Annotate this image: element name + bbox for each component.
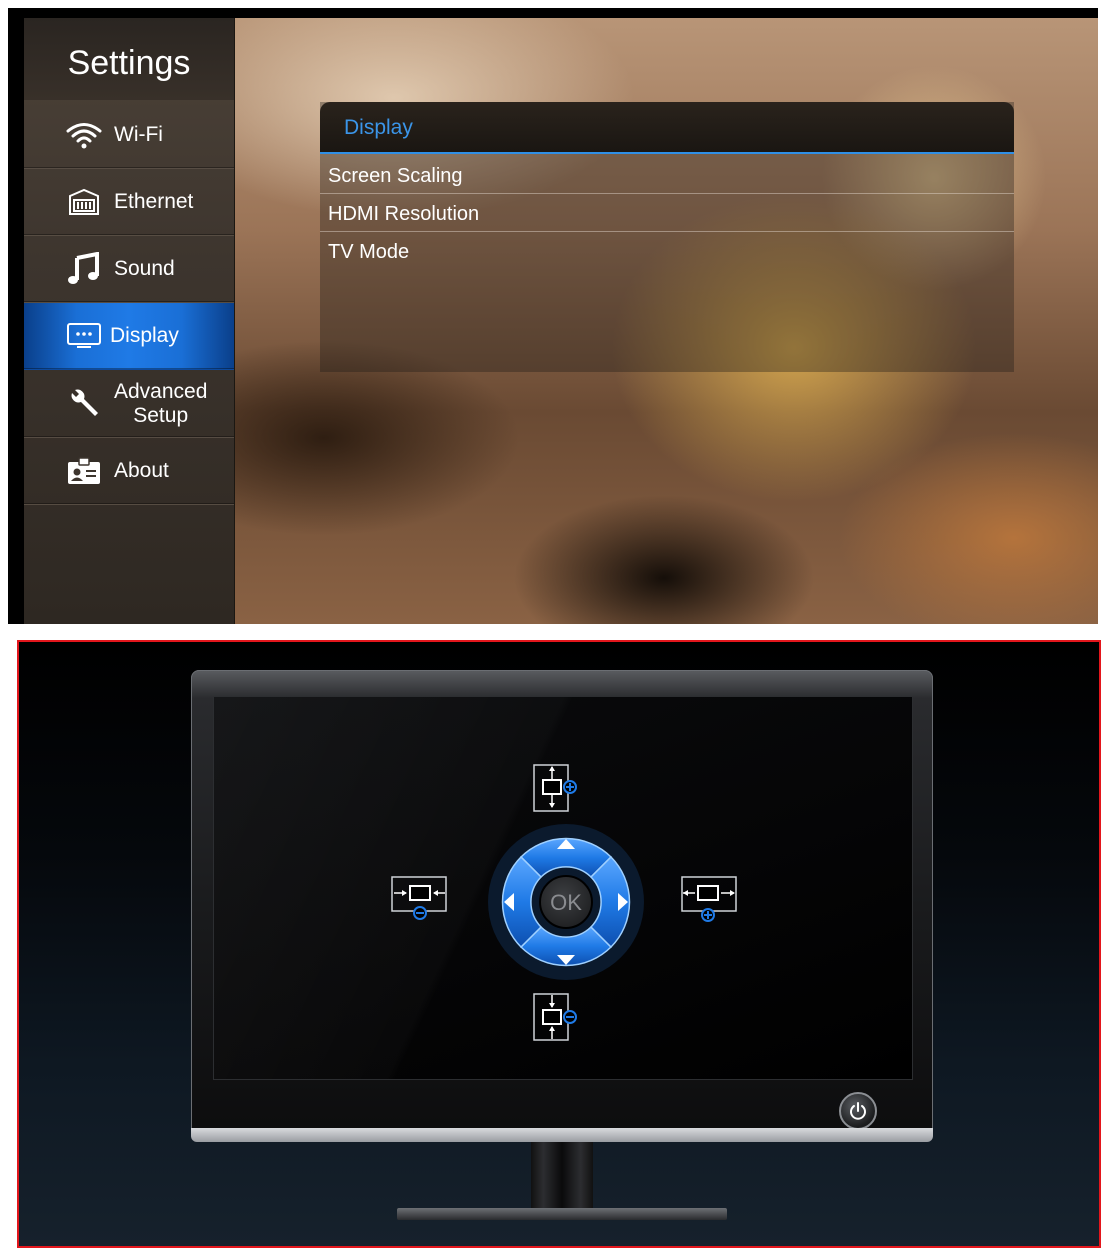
sidebar-item-label: About xyxy=(114,459,169,482)
sidebar-item-about[interactable]: About xyxy=(24,438,234,505)
settings-sidebar: Settings Wi-Fi Ethernet Sound Display Ad… xyxy=(24,18,235,624)
sidebar-item-label-line1: Advanced xyxy=(114,379,208,403)
sidebar-title: Settings xyxy=(24,18,234,100)
monitor-bezel-chrome xyxy=(191,1128,933,1142)
id-card-icon xyxy=(64,454,104,488)
horizontal-expand-icon xyxy=(681,876,737,922)
sidebar-item-label: Wi-Fi xyxy=(114,123,163,146)
display-panel: Display Screen Scaling HDMI Resolution T… xyxy=(320,102,1014,372)
display-icon xyxy=(64,319,104,353)
sidebar-item-advanced-setup[interactable]: Advanced Setup xyxy=(24,370,234,438)
sidebar-item-label: Display xyxy=(110,324,179,347)
sidebar-item-label-line2: Setup xyxy=(133,403,189,427)
sidebar-item-display[interactable]: Display xyxy=(24,303,234,370)
monitor-stand-neck xyxy=(531,1142,593,1214)
dpad: OK xyxy=(488,824,644,980)
monitor-screen: OK xyxy=(213,696,913,1080)
vertical-shrink-icon xyxy=(533,993,577,1041)
sidebar-item-label: Ethernet xyxy=(114,190,194,213)
ok-label: OK xyxy=(550,890,582,915)
wifi-icon xyxy=(64,118,104,152)
menu-item-hdmi-resolution[interactable]: HDMI Resolution xyxy=(320,196,1014,232)
menu-item-tv-mode[interactable]: TV Mode xyxy=(320,234,1014,270)
sidebar-item-label: Advanced Setup xyxy=(114,380,207,428)
sidebar-item-wifi[interactable]: Wi-Fi xyxy=(24,102,234,169)
wrench-icon xyxy=(64,387,104,421)
scaling-controls: OK xyxy=(391,764,737,1041)
sidebar-item-sound[interactable]: Sound xyxy=(24,236,234,303)
sidebar-item-ethernet[interactable]: Ethernet xyxy=(24,169,234,236)
display-panel-title: Display xyxy=(344,116,413,139)
music-note-icon xyxy=(64,252,104,286)
horizontal-shrink-icon xyxy=(391,876,447,920)
sidebar-item-label: Sound xyxy=(114,257,175,280)
settings-screen: Settings Wi-Fi Ethernet Sound Display Ad… xyxy=(8,8,1098,624)
display-panel-header: Display xyxy=(320,102,1014,154)
monitor-stand-base xyxy=(397,1208,727,1220)
monitor-illustration: OK xyxy=(191,670,933,1142)
screen-scaling-view: OK xyxy=(17,640,1101,1248)
power-button[interactable] xyxy=(839,1092,877,1130)
ethernet-icon xyxy=(64,185,104,219)
menu-item-screen-scaling[interactable]: Screen Scaling xyxy=(320,158,1014,194)
vertical-expand-icon xyxy=(533,764,577,812)
power-icon xyxy=(850,1102,866,1120)
